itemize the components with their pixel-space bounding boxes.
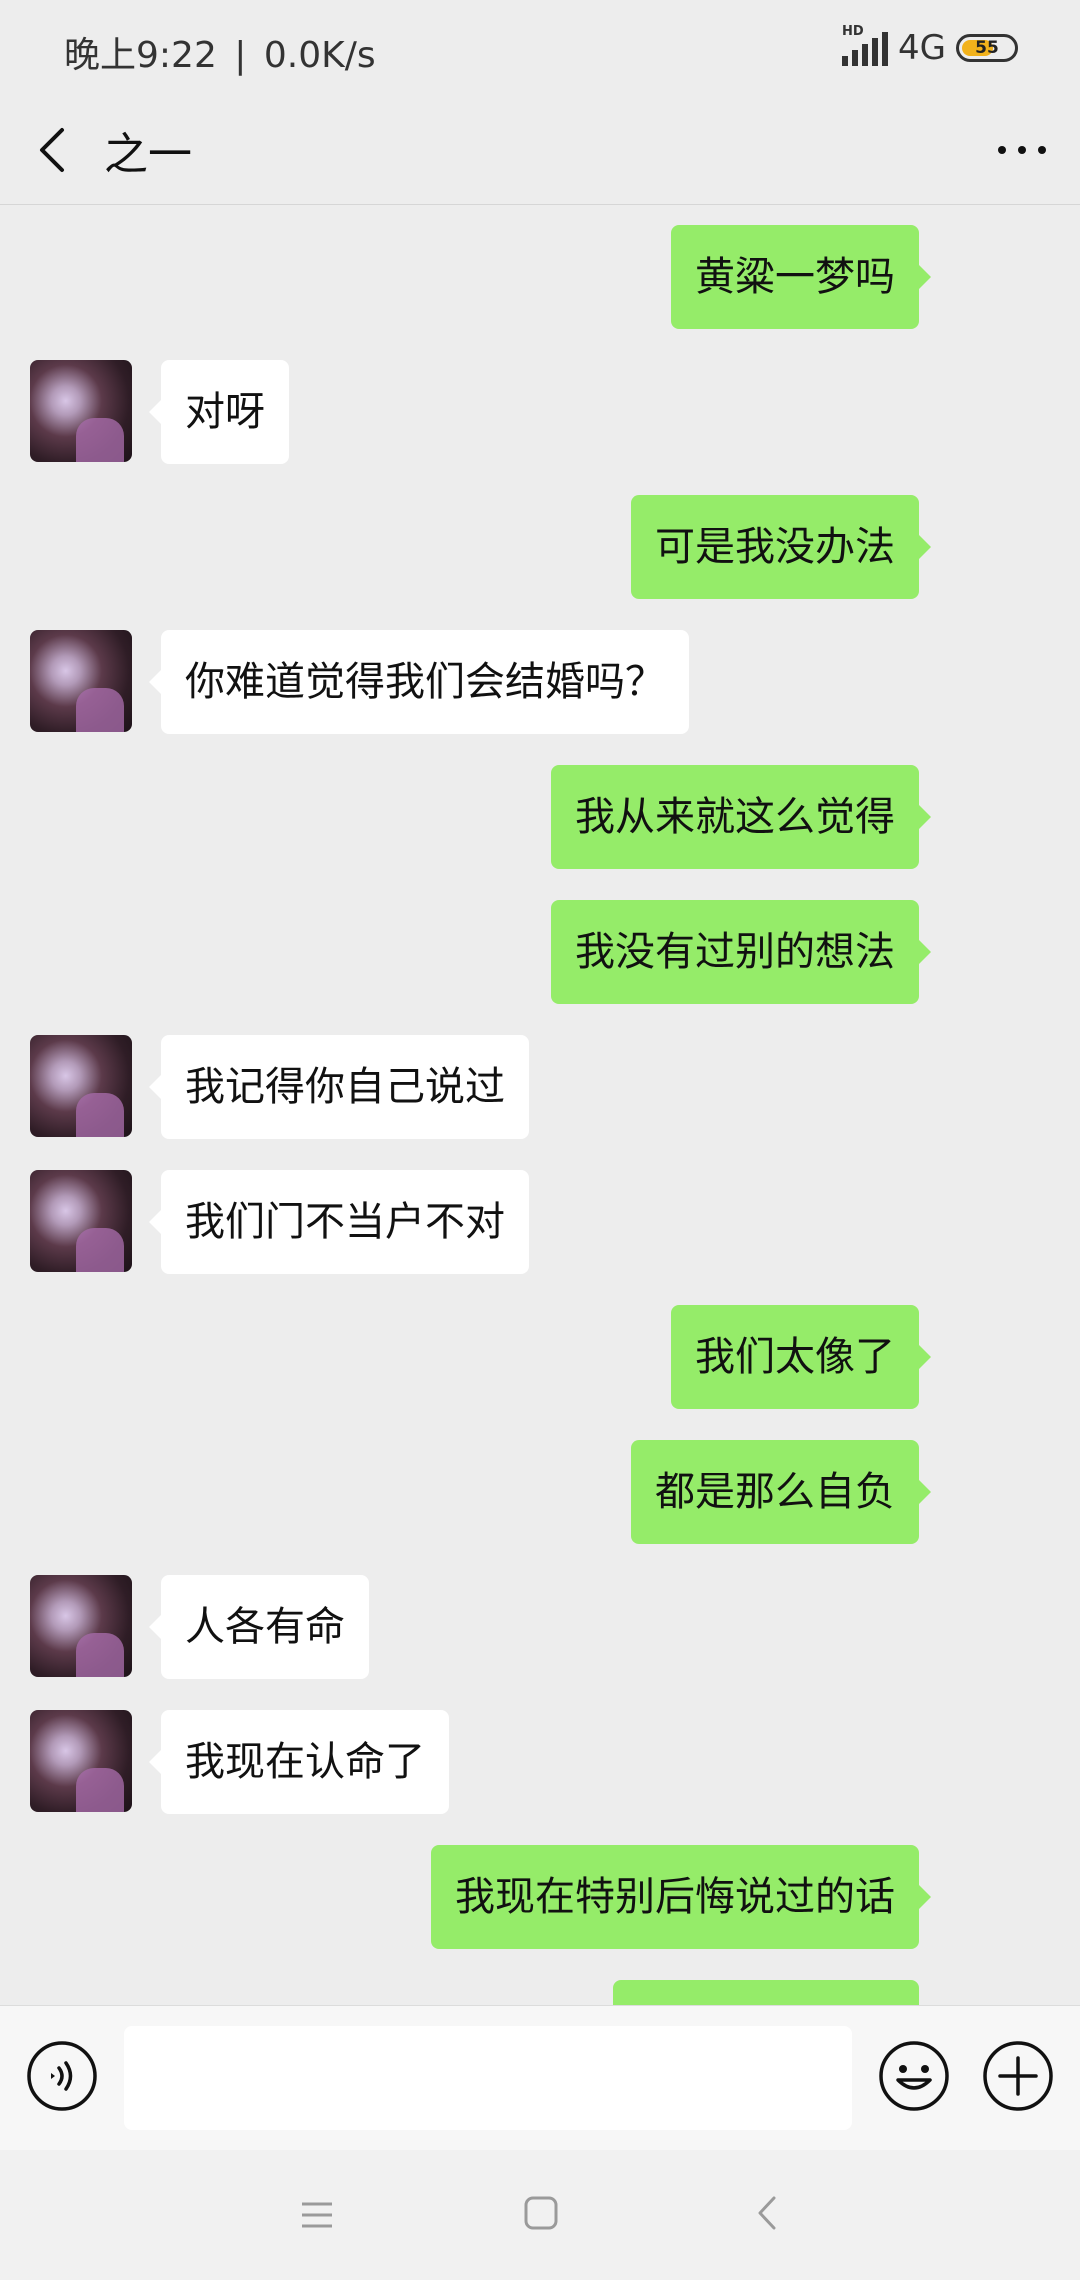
avatar[interactable] — [30, 1170, 132, 1272]
status-right: HD 4G 55 — [842, 24, 1018, 70]
input-bar — [0, 2005, 1080, 2150]
voice-icon[interactable] — [26, 2040, 98, 2112]
message-list[interactable]: 黄粱一梦吗 对呀 可是我没办法 你难道觉得我们会结婚吗？ 我从来就这么觉得 我没… — [0, 205, 1080, 2005]
nav-menu-icon[interactable] — [298, 2196, 336, 2234]
sent-message-bubble[interactable]: 黄粱一梦吗 — [671, 225, 931, 329]
avatar[interactable] — [30, 1710, 132, 1812]
battery-level: 55 — [975, 38, 999, 58]
network-type: 4G — [898, 28, 946, 68]
nav-home-icon[interactable] — [522, 2194, 560, 2232]
chat-title: 之一 — [104, 129, 192, 180]
received-message-bubble[interactable]: 我现在认命了 — [149, 1710, 449, 1814]
battery-icon: 55 — [956, 34, 1018, 62]
more-icon[interactable] — [994, 130, 1050, 170]
sent-message-bubble[interactable]: 我没有过别的想法 — [551, 900, 931, 1004]
avatar[interactable] — [30, 630, 132, 732]
sent-message-bubble[interactable]: 我们太像了 — [671, 1305, 931, 1409]
avatar[interactable] — [30, 1575, 132, 1677]
back-icon[interactable] — [28, 122, 80, 178]
plus-icon[interactable] — [982, 2040, 1054, 2112]
avatar[interactable] — [30, 360, 132, 462]
received-message-bubble[interactable]: 你难道觉得我们会结婚吗？ — [149, 630, 689, 734]
status-left: 晚上9:22 | 0.0K/s — [64, 26, 376, 78]
received-message-bubble[interactable]: 对呀 — [149, 360, 289, 464]
signal-icon: HD — [842, 24, 889, 66]
nav-back-icon[interactable] — [748, 2194, 786, 2232]
chat-header: 之一 — [0, 96, 1080, 205]
received-message-bubble[interactable]: 我们门不当户不对 — [149, 1170, 529, 1274]
sent-message-bubble[interactable]: 可是我没办法 — [631, 495, 931, 599]
emoji-icon[interactable] — [878, 2040, 950, 2112]
avatar[interactable] — [30, 1035, 132, 1137]
status-net-speed: 0.0K/s — [263, 35, 376, 76]
sent-message-bubble[interactable]: 我从来就这么觉得 — [551, 765, 931, 869]
system-nav-bar — [0, 2150, 1080, 2280]
message-input[interactable] — [124, 2026, 852, 2130]
status-time: 晚上9:22 — [64, 35, 217, 76]
received-message-bubble[interactable]: 人各有命 — [149, 1575, 369, 1679]
status-separator: | — [234, 35, 247, 76]
sent-message-bubble[interactable]: 都是那么自负 — [631, 1440, 931, 1544]
status-bar: 晚上9:22 | 0.0K/s HD 4G 55 — [0, 0, 1080, 96]
received-message-bubble[interactable]: 我记得你自己说过 — [149, 1035, 529, 1139]
sent-message-bubble[interactable]: 我现在特别后悔说过的话 — [431, 1845, 931, 1949]
sent-message-bubble[interactable] — [613, 1980, 919, 2005]
hd-label: HD — [842, 24, 864, 39]
